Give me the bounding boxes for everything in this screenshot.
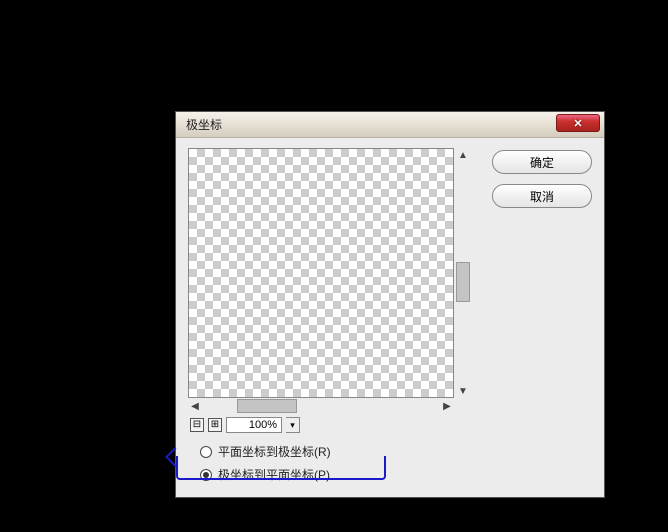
radio-polar-to-rect[interactable] [200,469,212,481]
scroll-up-icon[interactable]: ▲ [456,148,470,162]
vscroll-track[interactable] [456,162,470,384]
scroll-left-icon[interactable]: ◀ [188,399,202,413]
vscroll-thumb[interactable] [456,262,470,302]
radio-label: 平面坐标到极坐标(R) [218,443,331,460]
scroll-right-icon[interactable]: ▶ [440,399,454,413]
chevron-down-icon: ▾ [290,420,295,431]
right-column: 确定 取消 [492,148,592,483]
zoom-out-button[interactable]: ⊟ [190,418,204,432]
radio-rect-to-polar[interactable] [200,446,212,458]
cancel-button[interactable]: 取消 [492,184,592,208]
ok-button[interactable]: 确定 [492,150,592,174]
zoom-input[interactable] [226,417,282,433]
vertical-scrollbar[interactable]: ▲ ▼ [456,148,470,398]
dialog-body: ▲ ▼ ◀ ▶ ⊟ ⊞ ▾ [176,138,604,489]
dialog-title: 极坐标 [186,116,222,133]
hscroll-thumb[interactable] [237,399,297,413]
radio-label: 极坐标到平面坐标(P) [218,466,330,483]
left-column: ▲ ▼ ◀ ▶ ⊟ ⊞ ▾ [188,148,478,483]
close-button[interactable]: ✕ [556,114,600,132]
zoom-dropdown-button[interactable]: ▾ [286,417,300,433]
horizontal-scrollbar[interactable]: ◀ ▶ [188,399,454,413]
preview-canvas[interactable] [188,148,454,398]
conversion-options: 平面坐标到极坐标(R) 极坐标到平面坐标(P) [188,443,478,483]
zoom-controls: ⊟ ⊞ ▾ [188,417,478,433]
option-rect-to-polar[interactable]: 平面坐标到极坐标(R) [200,443,478,460]
close-icon: ✕ [573,117,582,130]
hscroll-track[interactable] [202,399,440,413]
scroll-down-icon[interactable]: ▼ [456,384,470,398]
preview-area: ▲ ▼ ◀ ▶ [188,148,470,413]
titlebar[interactable]: 极坐标 ✕ [176,112,604,138]
polar-coordinates-dialog: 极坐标 ✕ ▲ ▼ ◀ ▶ [175,111,605,498]
zoom-in-button[interactable]: ⊞ [208,418,222,432]
option-polar-to-rect[interactable]: 极坐标到平面坐标(P) [200,466,478,483]
